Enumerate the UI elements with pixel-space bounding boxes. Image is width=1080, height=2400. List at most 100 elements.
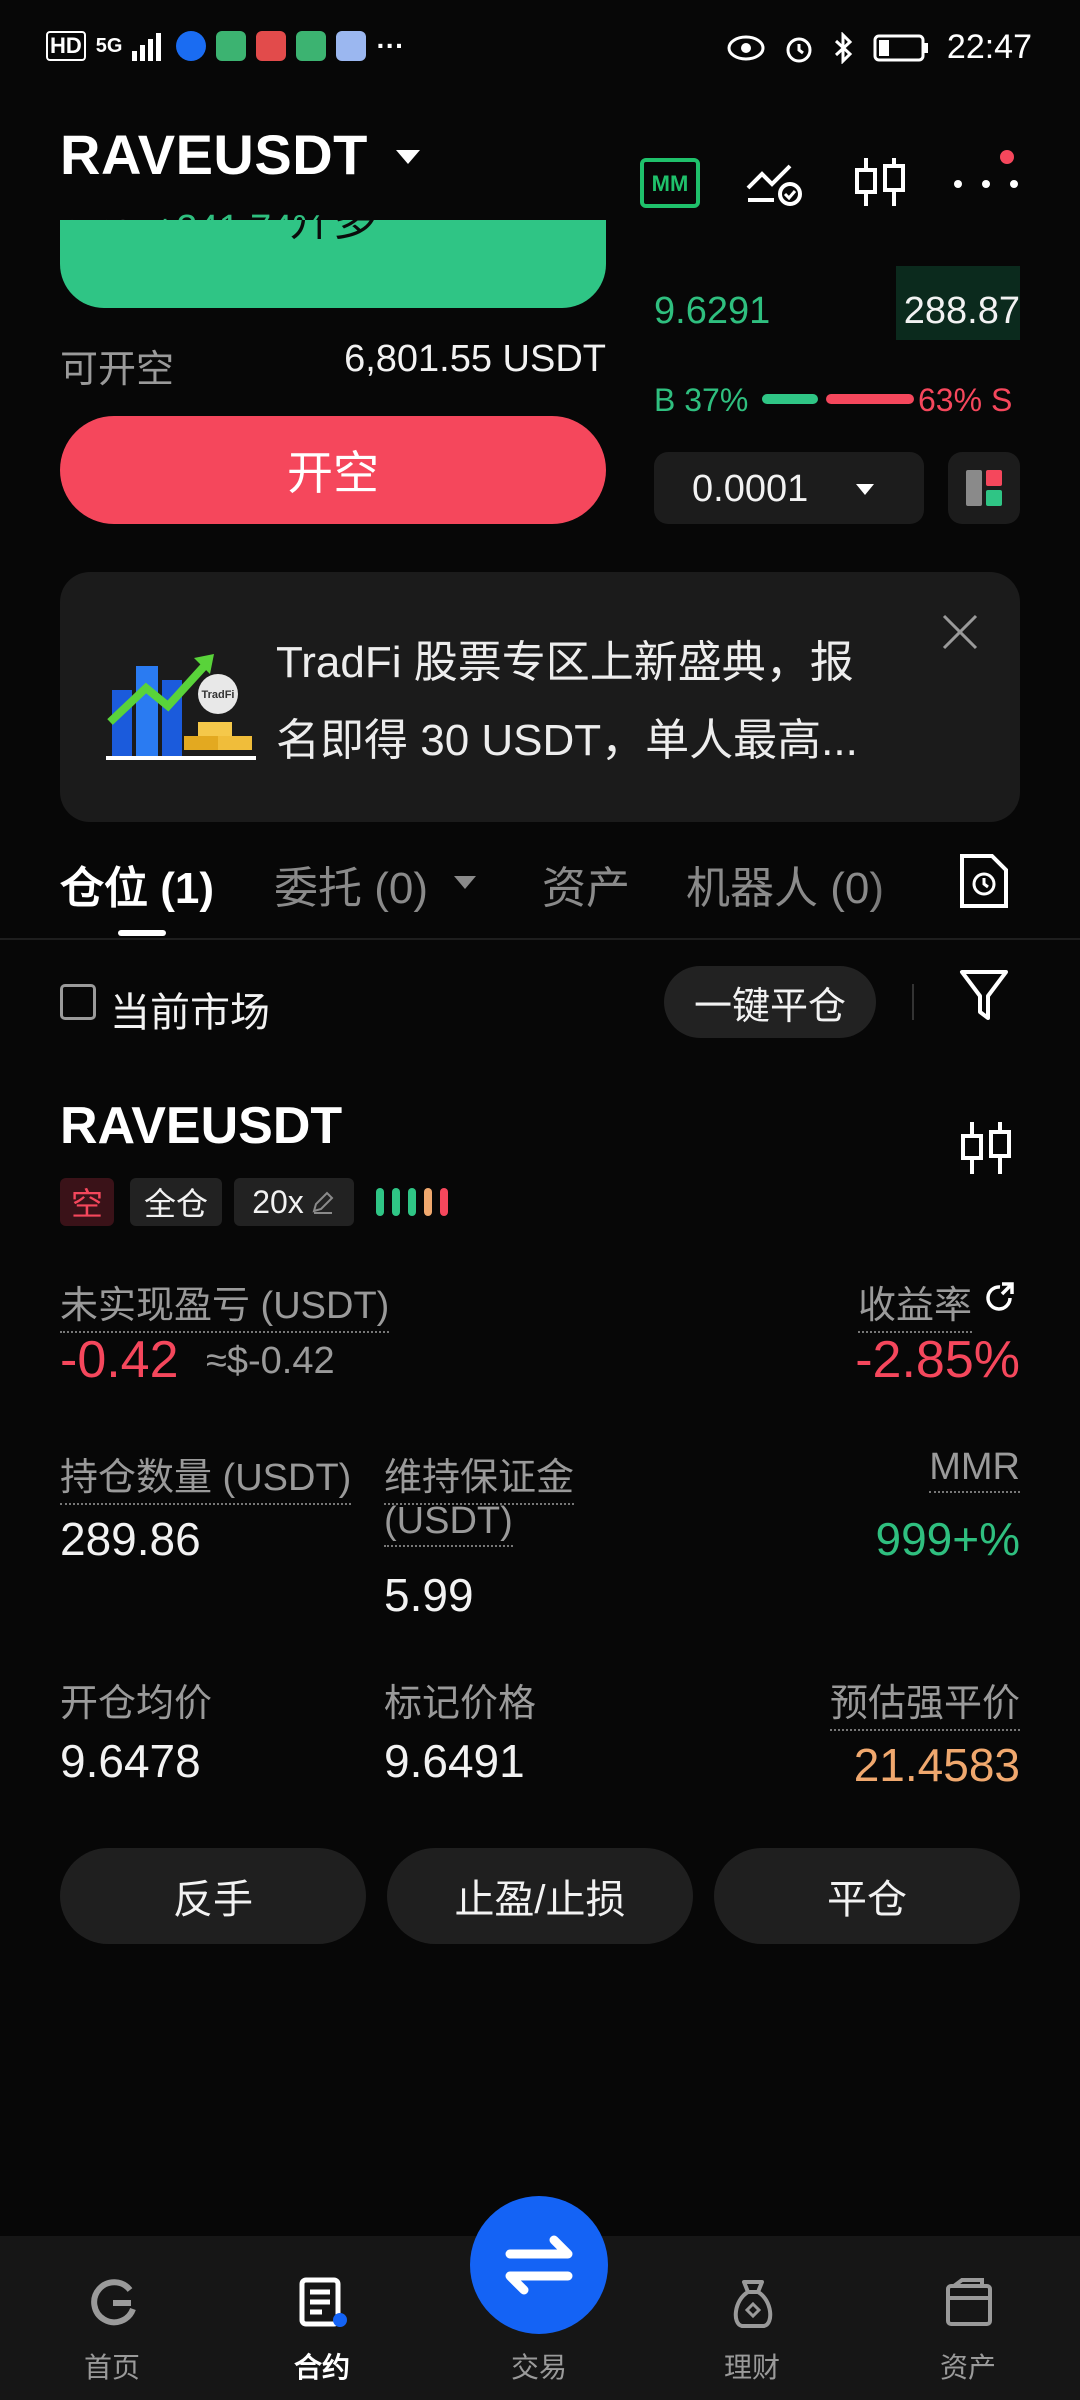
sell-ratio: 63% S	[918, 382, 1013, 418]
tab-bots[interactable]: 机器人 (0)	[686, 852, 900, 916]
tab-indicator	[118, 930, 166, 936]
nav-contract[interactable]: 合约	[252, 2236, 392, 2400]
margin-mode-badge: 全仓	[130, 1178, 222, 1226]
tab-divider	[0, 938, 1080, 940]
nav-assets[interactable]: 资产	[898, 2236, 1038, 2400]
symbol-selector[interactable]: RAVEUSDT	[60, 122, 368, 187]
open-long-label: 开多	[289, 220, 377, 245]
nav-home-label: 首页	[83, 2352, 140, 2383]
precision-select[interactable]: 0.0001	[654, 452, 924, 524]
chevron-down-icon[interactable]	[396, 150, 420, 164]
position-symbol[interactable]: RAVEUSDT	[60, 1096, 342, 1156]
side-badge: 空	[60, 1178, 114, 1226]
money-bag-icon	[733, 2280, 773, 2328]
nav-contract-label: 合约	[293, 2352, 350, 2383]
available-short-value: 6,801.55 USDT	[344, 338, 606, 380]
precision-value: 0.0001	[692, 468, 809, 510]
network-indicator: 5G	[95, 34, 123, 57]
entry-price-value: 9.6478	[60, 1735, 201, 1787]
maint-margin-unit[interactable]: (USDT)	[384, 1500, 513, 1547]
signal-icon	[132, 33, 162, 61]
buy-ratio-bar	[762, 394, 818, 404]
candlestick-chart-icon[interactable]	[958, 1118, 1014, 1178]
current-market-label[interactable]: 当前市场	[110, 980, 270, 1038]
current-market-checkbox[interactable]	[60, 984, 96, 1020]
upnl-label[interactable]: 未实现盈亏 (USDT)	[60, 1274, 390, 1333]
orderbook-price[interactable]: 9.6291	[654, 290, 770, 333]
home-icon	[91, 2279, 136, 2326]
app-icon-2	[216, 31, 247, 61]
layout-icon	[966, 470, 1002, 506]
banner-text[interactable]: TradFi 股票专区上新盛典，报 名即得 30 USDT，单人最高...	[276, 624, 916, 780]
status-right: 22:47	[727, 28, 1032, 67]
reverse-button[interactable]: 反手	[60, 1848, 366, 1944]
sell-ratio-bar	[826, 394, 914, 404]
app-icon-4	[296, 31, 327, 61]
close-icon[interactable]	[940, 612, 980, 652]
status-left: HD 5G ···	[46, 30, 404, 62]
risk-level-bar	[376, 1188, 384, 1216]
tab-positions[interactable]: 仓位 (1)	[60, 852, 214, 916]
mmr-label[interactable]: MMR	[929, 1446, 1020, 1493]
bluetooth-icon	[834, 31, 853, 64]
app-icon-1	[176, 31, 207, 61]
more-icon[interactable]	[952, 176, 1020, 197]
alarm-icon	[786, 37, 812, 62]
close-all-button[interactable]: 一键平仓	[664, 966, 876, 1038]
upnl-usd-value: ≈$-0.42	[206, 1340, 335, 1382]
mm-label: MM	[652, 171, 689, 196]
share-icon[interactable]	[982, 1280, 1018, 1316]
hd-indicator: HD	[46, 31, 86, 61]
maint-margin-label[interactable]: 维持保证金	[384, 1446, 575, 1505]
candlestick-chart-icon[interactable]	[852, 158, 908, 215]
upnl-value: -0.42	[60, 1331, 179, 1389]
notification-dot	[1000, 150, 1014, 164]
app-icon-3	[256, 31, 287, 61]
risk-level-bar	[392, 1188, 400, 1216]
leverage-badge[interactable]: 20x	[234, 1178, 354, 1226]
tpsl-button[interactable]: 止盈/止损	[387, 1848, 693, 1944]
orderbook-size: 288.87	[903, 290, 1020, 332]
entry-price-label: 开仓均价	[60, 1683, 213, 1725]
nav-assets-label: 资产	[939, 2352, 996, 2383]
open-long-button[interactable]: 开多	[60, 220, 606, 308]
svg-text:TradFi: TradFi	[201, 689, 234, 701]
nav-trade-label[interactable]: 交易	[470, 2346, 608, 2386]
order-history-icon[interactable]	[958, 852, 1010, 910]
orderbook-layout-button[interactable]	[948, 452, 1020, 524]
eye-icon	[727, 35, 765, 60]
edit-icon	[312, 1191, 334, 1214]
maint-margin-value: 5.99	[384, 1569, 474, 1621]
chevron-down-icon[interactable]	[856, 484, 874, 495]
market-maker-icon[interactable]: MM	[640, 158, 700, 213]
trade-button[interactable]	[470, 2196, 608, 2334]
swap-icon	[505, 2235, 573, 2295]
nav-home[interactable]: 首页	[42, 2236, 182, 2400]
buy-ratio: B 37%	[654, 382, 749, 418]
status-bar: HD 5G ··· 22:47	[0, 0, 1080, 100]
tradfi-logo: TradFi	[106, 654, 256, 760]
mark-price-label: 标记价格	[384, 1683, 537, 1725]
price-alert-icon[interactable]	[744, 158, 806, 213]
risk-level-bar	[440, 1188, 448, 1216]
filter-icon[interactable]	[958, 968, 1010, 1024]
chevron-down-icon[interactable]	[454, 876, 476, 889]
close-position-button[interactable]: 平仓	[714, 1848, 1020, 1944]
roe-value: -2.85%	[855, 1331, 1020, 1389]
battery-icon	[873, 34, 928, 61]
risk-level-bar	[424, 1188, 432, 1216]
tab-orders[interactable]: 委托 (0)	[274, 852, 428, 916]
nav-earn-label: 理财	[723, 2352, 780, 2383]
promo-banner[interactable]: TradFi TradFi 股票专区上新盛典，报 名即得 30 USDT，单人最…	[60, 572, 1020, 822]
open-short-button[interactable]: 开空	[60, 416, 606, 524]
app-icon-5	[336, 31, 367, 61]
roe-label[interactable]: 收益率	[857, 1274, 972, 1333]
nav-earn[interactable]: 理财	[682, 2236, 822, 2400]
mmr-value: 999+%	[875, 1513, 1020, 1565]
position-size-label[interactable]: 持仓数量 (USDT)	[60, 1446, 352, 1505]
more-notifications: ···	[376, 30, 405, 61]
tab-fade	[870, 846, 930, 916]
tab-assets[interactable]: 资产	[542, 852, 630, 916]
liq-price-label[interactable]: 预估强平价	[829, 1672, 1020, 1731]
mark-price-value: 9.6491	[384, 1735, 525, 1787]
